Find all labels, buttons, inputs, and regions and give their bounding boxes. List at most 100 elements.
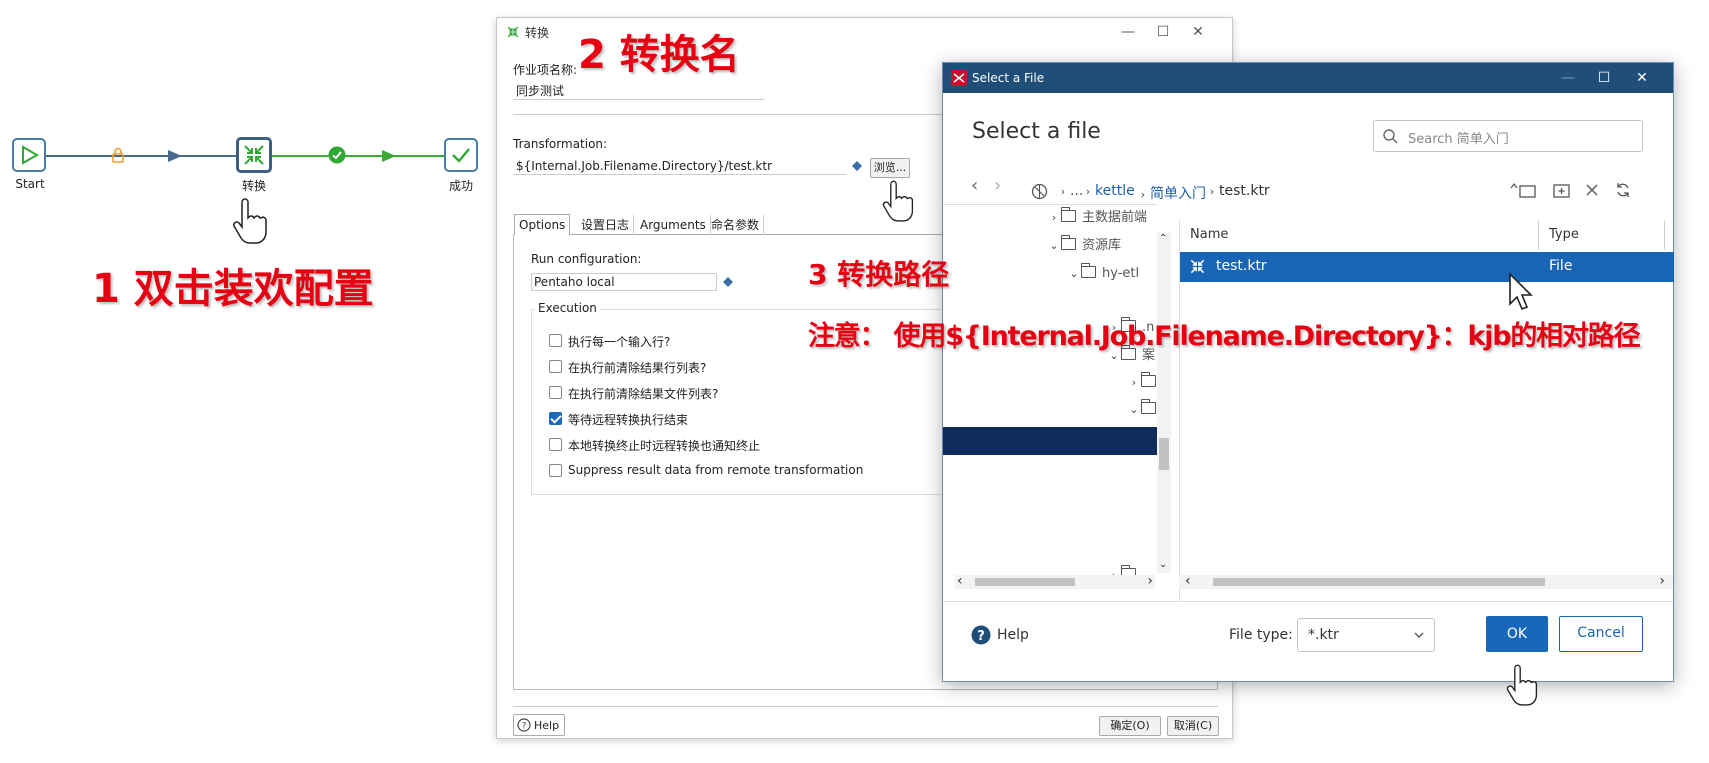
scroll-right-arrow[interactable]: › <box>1147 573 1153 589</box>
tree-item[interactable]: ⌄ 资源库 <box>1047 235 1121 257</box>
breadcrumb-folder[interactable]: › 简单入门 <box>1136 183 1206 203</box>
option-checkbox[interactable] <box>549 334 562 347</box>
ok-button[interactable]: OK <box>1486 616 1548 652</box>
run-config-label: Run configuration: <box>531 252 642 266</box>
tree-item[interactable]: ⌄ hy-etl <box>1067 263 1139 285</box>
step3-annotation: 3 转换路径 <box>808 258 950 291</box>
folder-icon <box>1060 207 1076 222</box>
dialog-title: 转换 <box>525 26 550 40</box>
breadcrumb-current: › test.ktr <box>1209 183 1270 199</box>
scroll-down-arrow[interactable]: ⌄ <box>1159 559 1167 570</box>
pentaho-logo-icon <box>951 70 967 86</box>
scroll-thumb[interactable] <box>1213 578 1545 586</box>
transformation-node[interactable] <box>236 137 272 173</box>
column-header-type[interactable]: Type <box>1539 220 1665 250</box>
cancel-button[interactable]: 取消(C) <box>1167 716 1219 736</box>
dialog-titlebar[interactable]: Select a File — ☐ ✕ <box>943 63 1673 93</box>
confirm-button[interactable]: 确定(O) <box>1099 716 1161 736</box>
minimize-button[interactable]: — <box>1114 22 1142 42</box>
scroll-left-arrow[interactable]: ‹ <box>1185 573 1191 589</box>
forward-button[interactable]: › <box>994 175 1001 196</box>
job-entry-name-input[interactable]: 同步测试 <box>513 82 765 100</box>
lock-icon <box>112 147 124 163</box>
option-checkbox[interactable] <box>549 360 562 373</box>
tab-arguments[interactable]: Arguments <box>636 215 711 235</box>
transformation-path-input[interactable]: ${Internal.Job.Filename.Directory}/test.… <box>513 157 847 175</box>
search-input[interactable]: Search 简单入门 <box>1373 120 1643 152</box>
tree-item[interactable]: › 主数据前端 <box>1047 207 1147 229</box>
scroll-up-arrow[interactable]: ⌃ <box>1159 233 1167 244</box>
browse-button[interactable]: 浏览... <box>870 158 910 178</box>
back-button[interactable]: ‹ <box>971 175 978 196</box>
maximize-button[interactable]: ☐ <box>1149 22 1177 42</box>
tree-item-selected[interactable] <box>943 427 1157 455</box>
file-row-selected[interactable]: test.ktr File <box>1180 252 1674 282</box>
option-checkbox-checked[interactable] <box>549 412 562 425</box>
step2-annotation: 2 转换名 <box>578 32 740 78</box>
hop-start-to-trans[interactable] <box>46 155 236 157</box>
file-name: test.ktr <box>1216 258 1267 274</box>
checkmark-icon <box>452 148 470 163</box>
arrow-head-icon <box>168 150 182 162</box>
success-node[interactable] <box>444 138 478 172</box>
column-header-name[interactable]: Name <box>1180 220 1539 250</box>
option-label: 执行每一个输入行? <box>568 335 671 349</box>
file-type-select[interactable]: *.ktr <box>1297 618 1435 652</box>
select-file-dialog: Select a File — ☐ ✕ Select a file Search… <box>942 62 1674 682</box>
list-horizontal-scrollbar[interactable]: ‹ › <box>1179 573 1673 589</box>
start-node-label: Start <box>15 177 45 191</box>
close-button[interactable]: ✕ <box>1627 68 1657 88</box>
scroll-left-arrow[interactable]: ‹ <box>957 573 963 589</box>
option-checkbox[interactable] <box>549 438 562 451</box>
folder-tree[interactable]: ›主数据前端 ⌄资源库 ⌄hy-etl ›.n ⌄案 › ⌄ › <box>943 204 1157 601</box>
scroll-thumb[interactable] <box>1159 438 1169 470</box>
hand-cursor-icon <box>233 198 267 244</box>
tab-named-params[interactable]: 命名参数 <box>707 215 765 235</box>
help-label: Help <box>534 719 560 732</box>
dialog-heading: Select a file <box>972 119 1101 144</box>
run-config-select[interactable]: Pentaho local <box>531 273 717 291</box>
delete-icon[interactable] <box>1586 184 1598 196</box>
folder-icon <box>1140 372 1156 387</box>
minimize-button[interactable]: — <box>1553 68 1583 88</box>
tab-options[interactable]: Options <box>514 214 571 235</box>
option-checkbox[interactable] <box>549 464 562 477</box>
hop-trans-to-success[interactable] <box>272 155 444 157</box>
refresh-icon[interactable] <box>1615 182 1631 198</box>
option-label: 本地转换终止时远程转换也通知终止 <box>568 439 761 453</box>
file-type: File <box>1549 258 1573 274</box>
dialog-title: Select a File <box>972 71 1045 85</box>
tree-item[interactable]: ⌄ <box>1127 399 1157 421</box>
help-label[interactable]: Help <box>997 627 1029 643</box>
cancel-button[interactable]: Cancel <box>1559 616 1643 652</box>
up-folder-icon[interactable] <box>1510 182 1536 198</box>
close-button[interactable]: ✕ <box>1184 22 1212 42</box>
scroll-thumb[interactable] <box>975 578 1075 586</box>
folder-icon <box>1140 399 1156 414</box>
scroll-right-arrow[interactable]: › <box>1659 573 1665 589</box>
start-node[interactable] <box>12 138 46 172</box>
success-check-icon <box>328 146 346 164</box>
footer-separator <box>943 601 1673 602</box>
tab-logging[interactable]: 设置日志 <box>577 215 635 235</box>
option-label: 等待远程转换执行结束 <box>568 413 689 427</box>
variable-icon <box>852 161 862 171</box>
variable-icon <box>723 277 733 287</box>
globe-icon[interactable] <box>1031 183 1048 200</box>
search-placeholder: Search 简单入门 <box>1408 132 1509 147</box>
breadcrumb-ellipsis[interactable]: ›... <box>1056 183 1084 199</box>
maximize-button[interactable]: ☐ <box>1589 68 1619 88</box>
note-annotation: 注意： 使用${Internal.Job.Filename.Directory}… <box>808 321 1641 352</box>
transformation-label: Transformation: <box>513 137 608 151</box>
tree-horizontal-scrollbar[interactable]: ‹ › <box>955 573 1155 589</box>
success-node-label: 成功 <box>448 179 473 193</box>
tree-vertical-scrollbar[interactable]: ⌃ ⌄ <box>1157 233 1171 573</box>
file-type-label: File type: <box>1229 627 1293 643</box>
step1-annotation: 1 双击装欢配置 <box>92 266 374 312</box>
help-button[interactable]: ? Help <box>513 714 565 736</box>
new-folder-icon[interactable] <box>1553 182 1570 198</box>
help-icon[interactable]: ? <box>971 625 991 645</box>
tree-item[interactable]: › <box>1127 372 1157 394</box>
option-checkbox[interactable] <box>549 386 562 399</box>
breadcrumb-kettle[interactable]: › kettle <box>1081 183 1135 199</box>
